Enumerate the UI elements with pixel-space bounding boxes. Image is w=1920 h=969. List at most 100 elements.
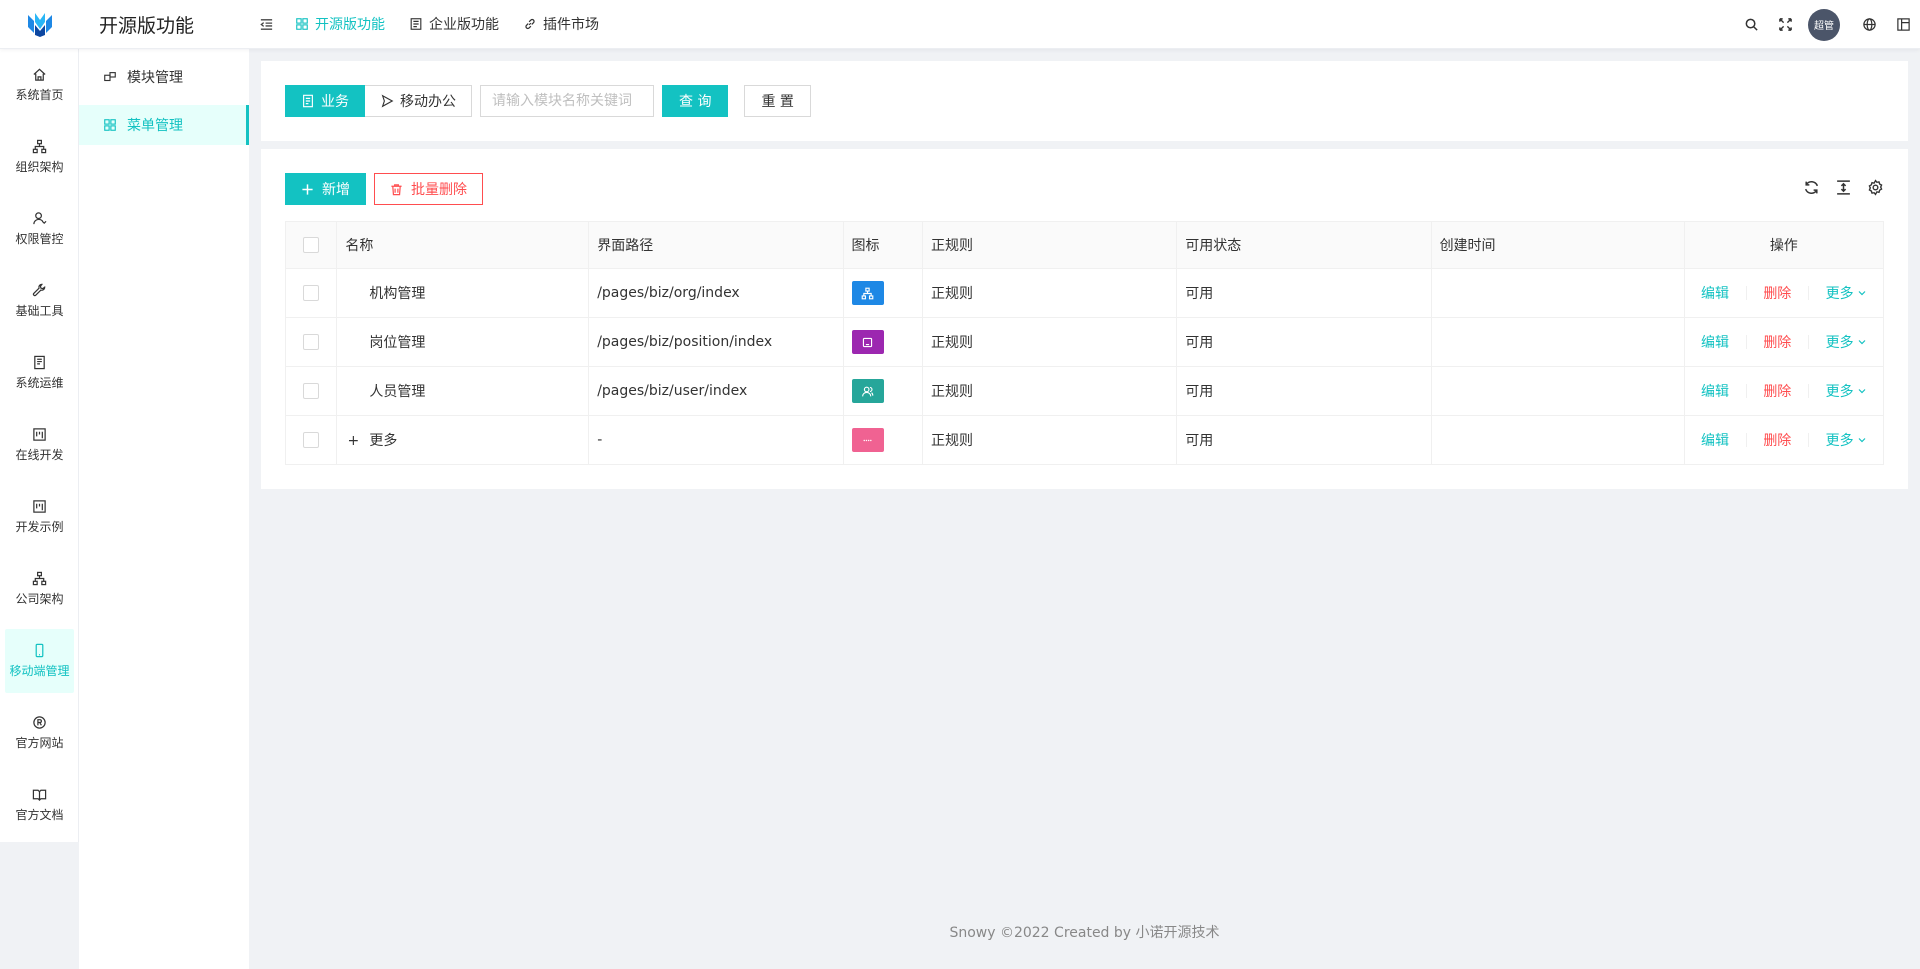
divider [1807,286,1809,300]
rail-item-org[interactable]: 组织架构 [5,125,74,189]
more-dropdown[interactable]: 更多 [1826,283,1867,303]
cluster-icon [32,571,47,586]
more-icon [851,428,884,452]
setting-icon [1868,178,1882,196]
topnav-item-open-source[interactable]: 开源版功能 [283,0,397,49]
column-setting-button[interactable] [1866,178,1884,196]
rail-item-tools[interactable]: 基础工具 [5,269,74,333]
segment-mobile-office[interactable]: 移动办公 [365,85,472,117]
rail-item-ops[interactable]: 系统运维 [5,341,74,405]
icon-cell [843,317,923,367]
rule-cell: 正规则 [922,415,1178,465]
delete-link[interactable]: 删除 [1763,283,1791,303]
topnav-label: 企业版功能 [429,17,499,33]
actions-cell: 编辑 删除 更多 [1684,415,1885,465]
add-button[interactable]: 新增 [285,173,366,205]
rail-item-company[interactable]: 公司架构 [5,557,74,621]
more-label: 更多 [1825,384,1854,400]
topnav-item-enterprise[interactable]: 企业版功能 [397,0,511,49]
rail-item-mobile[interactable]: 移动端管理 [5,629,74,693]
segment-business[interactable]: 业务 [285,85,365,117]
cluster-icon [851,281,884,305]
sub-item-label: 菜单管理 [127,118,183,134]
reset-button[interactable]: 重 置 [744,85,811,117]
chevron-down-icon [1858,389,1866,394]
row-checkbox[interactable] [303,334,320,350]
topnav-item-plugin-market[interactable]: 插件市场 [511,0,611,49]
actions-cell: 编辑 删除 更多 [1684,366,1885,416]
edit-link[interactable]: 编辑 [1701,430,1729,450]
rail-item-online-dev[interactable]: 在线开发 [5,413,74,477]
select-all-checkbox[interactable] [303,237,320,253]
created-cell [1431,268,1685,318]
rail-item-dev-example[interactable]: 开发示例 [5,485,74,549]
rail-item-permission[interactable]: 权限管控 [5,197,74,261]
cluster-icon [32,139,47,154]
read-icon [32,789,47,801]
footer: Snowy ©2022 Created by 小诺开源技术 [949,925,1220,941]
sub-menu: 模块管理 菜单管理 [79,49,249,969]
actions-cell: 编辑 删除 更多 [1684,317,1885,367]
row-name: 人员管理 [369,384,426,400]
fullscreen-button[interactable] [1768,0,1802,49]
menu-fold-button[interactable] [249,17,283,32]
avatar[interactable]: 超管 [1808,8,1840,41]
language-button[interactable] [1852,0,1886,49]
table-row[interactable]: 人员管理 /pages/biz/user/index 正规则 可用 编辑 删除 更多 [284,366,1885,416]
search-input[interactable] [480,85,654,117]
rail-label: 组织架构 [15,160,64,174]
delete-link[interactable]: 删除 [1763,381,1791,401]
batch-delete-button[interactable]: 批量删除 [374,173,483,205]
batch-delete-label: 批量删除 [411,182,467,198]
file-text-icon [303,94,313,108]
column-height-button[interactable] [1834,178,1852,196]
home-icon [33,68,46,81]
created-cell [1431,366,1685,416]
divider [1745,384,1747,398]
logo[interactable] [0,0,79,49]
more-dropdown[interactable]: 更多 [1826,430,1867,450]
row-checkbox[interactable] [303,432,320,448]
delete-link[interactable]: 删除 [1763,332,1791,352]
row-checkbox[interactable] [303,285,320,301]
row-name: 更多 [369,433,398,449]
expand-toggle[interactable]: + [345,433,361,449]
table-row[interactable]: 岗位管理 /pages/biz/position/index 正规则 可用 编辑… [284,317,1885,367]
row-select-cell [284,415,338,465]
book-icon [34,355,45,370]
category-segment: 业务 移动办公 [285,85,472,117]
sub-item-menu[interactable]: 菜单管理 [79,105,249,145]
rail-item-website[interactable]: 官方网站 [5,701,74,765]
layout-setting-button[interactable] [1886,0,1920,49]
row-checkbox[interactable] [303,383,320,399]
refresh-button[interactable] [1802,178,1820,196]
more-dropdown[interactable]: 更多 [1826,381,1867,401]
segment-label: 移动办公 [400,94,456,110]
more-label: 更多 [1825,335,1854,351]
path-cell: /pages/biz/org/index [588,268,844,318]
edit-link[interactable]: 编辑 [1701,332,1729,352]
name-cell: 机构管理 [336,268,590,318]
divider [1807,384,1809,398]
search-button[interactable] [1734,0,1768,49]
sub-item-module[interactable]: 模块管理 [79,57,249,97]
rail-label: 官方网站 [15,736,64,750]
edit-link[interactable]: 编辑 [1701,381,1729,401]
rail-item-home[interactable]: 系统首页 [5,53,74,117]
query-button[interactable]: 查 询 [662,85,729,117]
table-row[interactable]: + 更多 - 正规则 可用 编辑 删除 更多 [284,415,1885,465]
actions-cell: 编辑 删除 更多 [1684,268,1885,318]
rail-item-docs[interactable]: 官方文档 [5,773,74,837]
layout-icon [1896,18,1910,31]
delete-link[interactable]: 删除 [1763,430,1791,450]
divider [1745,433,1747,447]
rail-label: 在线开发 [15,448,64,462]
path-cell: /pages/biz/user/index [588,366,844,416]
block-icon [104,72,116,82]
table-row[interactable]: 机构管理 /pages/biz/org/index 正规则 可用 编辑 删除 更多 [284,268,1885,318]
more-dropdown[interactable]: 更多 [1826,332,1867,352]
edit-link[interactable]: 编辑 [1701,283,1729,303]
profile-icon [410,18,422,30]
chevron-down-icon [1858,438,1866,443]
rail-label: 开发示例 [15,520,64,534]
